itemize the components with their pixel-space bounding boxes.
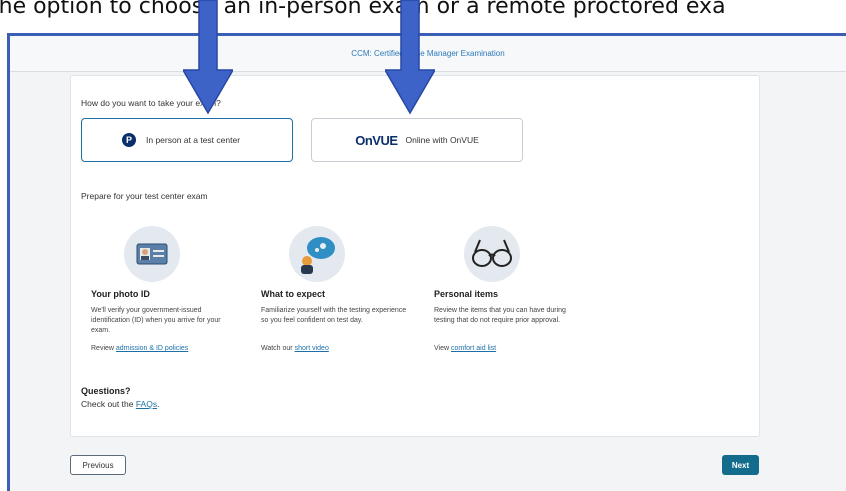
- questions-heading: Questions?: [81, 386, 131, 396]
- next-button[interactable]: Next: [722, 455, 759, 475]
- personal-items-link-line: View comfort aid list: [434, 345, 497, 352]
- admission-policies-link[interactable]: admission & ID policies: [116, 345, 188, 352]
- exam-options-card: How do you want to take your exam? P In …: [70, 75, 760, 437]
- photo-id-description: We'll verify your government-issued iden…: [91, 307, 221, 334]
- pearson-logo-icon: P: [122, 133, 136, 147]
- in-person-option[interactable]: P In person at a test center: [81, 118, 293, 162]
- photo-id-icon: [124, 226, 180, 282]
- what-to-expect-heading: What to expect: [261, 289, 326, 299]
- online-label: Online with OnVUE: [405, 135, 479, 145]
- personal-items-description: Review the items that you can have durin…: [434, 307, 566, 324]
- in-person-label: In person at a test center: [146, 135, 241, 145]
- down-arrow-right-icon: [385, 0, 435, 115]
- what-to-expect-description: Familiarize yourself with the testing ex…: [261, 307, 407, 324]
- prepare-heading: Prepare for your test center exam: [81, 191, 208, 201]
- photo-id-link-line: Review admission & ID policies: [91, 345, 189, 352]
- down-arrow-left-icon: [183, 0, 233, 115]
- faq-line: Check out the FAQs.: [81, 399, 160, 409]
- faqs-link[interactable]: FAQs: [136, 399, 157, 409]
- what-to-expect-link-line: Watch our short video: [261, 345, 329, 352]
- online-option[interactable]: OnVUE Online with OnVUE: [311, 118, 523, 162]
- glasses-icon: [464, 226, 520, 282]
- chat-bubble-icon: [289, 226, 345, 282]
- onvue-logo-icon: OnVUE: [355, 132, 398, 148]
- short-video-link[interactable]: short video: [295, 345, 329, 352]
- personal-items-heading: Personal items: [434, 289, 499, 299]
- previous-button[interactable]: Previous: [70, 455, 126, 475]
- comfort-aid-list-link[interactable]: comfort aid list: [451, 345, 496, 352]
- photo-id-heading: Your photo ID: [91, 289, 150, 299]
